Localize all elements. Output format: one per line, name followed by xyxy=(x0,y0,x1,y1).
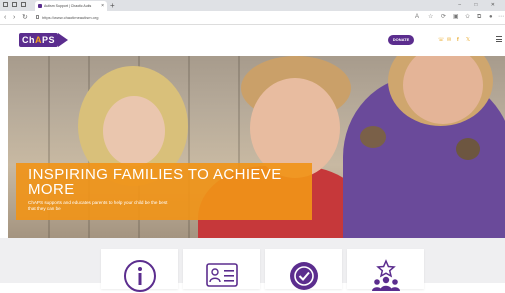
url-field[interactable]: https://www.chaotimeautism.org xyxy=(36,13,342,22)
chaps-logo[interactable]: ChAPS xyxy=(19,33,69,47)
tab-title: Autism Support | Chaotic Autis xyxy=(44,4,92,8)
card-info[interactable] xyxy=(101,249,178,292)
favorite-star-icon[interactable]: ☆ xyxy=(428,13,433,22)
hero-title: INSPIRING FAMILIES TO ACHIEVE MORE xyxy=(28,167,300,197)
hero-subtitle: ChAPS supports and educates parents to h… xyxy=(28,200,168,211)
tab-actions-icon[interactable] xyxy=(12,2,17,7)
card-badge[interactable] xyxy=(265,249,342,290)
email-icon[interactable]: ✉ xyxy=(447,36,451,44)
browser-tab-bar: Autism Support | Chaotic Autis × + – □ ✕ xyxy=(0,0,505,11)
address-bar: ‹ › ↻ https://www.chaotimeautism.org A ☆… xyxy=(0,11,505,25)
collections-icon[interactable]: ⧉ xyxy=(477,13,481,22)
workspaces-icon[interactable] xyxy=(21,2,26,7)
tab-favicon-icon xyxy=(38,4,42,8)
hamburger-icon[interactable] xyxy=(496,36,502,42)
community-star-icon xyxy=(371,259,400,291)
back-icon[interactable]: ‹ xyxy=(4,12,6,23)
refresh-page-icon[interactable]: ⟳ xyxy=(441,13,446,22)
logo-arrow xyxy=(58,33,69,47)
donate-button[interactable]: DONATE xyxy=(388,35,414,45)
lock-icon xyxy=(36,15,39,19)
card-id[interactable] xyxy=(183,249,260,289)
chick xyxy=(456,138,480,160)
new-tab-button[interactable]: + xyxy=(110,0,115,11)
more-icon[interactable]: ⋯ xyxy=(498,13,504,22)
logo-text-a: A xyxy=(35,35,42,45)
phone-icon[interactable]: ☏ xyxy=(438,36,444,44)
window-menu-icon[interactable] xyxy=(3,2,8,7)
logo-text-ch: Ch xyxy=(22,35,35,45)
browser-tab[interactable]: Autism Support | Chaotic Autis × xyxy=(35,1,107,11)
url-text: https://www.chaotimeautism.org xyxy=(42,15,99,20)
logo-text-ps: PS xyxy=(42,35,56,45)
twitter-icon[interactable]: 𝕏 xyxy=(466,36,470,44)
refresh-icon[interactable]: ↻ xyxy=(22,12,28,23)
forward-icon[interactable]: › xyxy=(13,12,15,23)
read-aloud-icon[interactable]: A xyxy=(415,13,419,22)
hero-banner: INSPIRING FAMILIES TO ACHIEVE MORE ChAPS … xyxy=(8,56,505,238)
tab-close-icon[interactable]: × xyxy=(101,1,104,11)
id-card-icon xyxy=(205,263,238,287)
girl-face xyxy=(103,96,165,166)
card-community[interactable] xyxy=(347,249,424,291)
hero-text-box: INSPIRING FAMILIES TO ACHIEVE MORE ChAPS … xyxy=(16,163,312,220)
profile-icon[interactable]: ● xyxy=(489,13,493,22)
chick xyxy=(360,126,386,148)
split-screen-icon[interactable]: ▣ xyxy=(453,13,459,22)
logo-wordmark: ChAPS xyxy=(19,33,59,47)
window-controls[interactable]: – □ ✕ xyxy=(458,0,501,11)
info-icon xyxy=(123,260,156,292)
badge-check-icon xyxy=(289,262,318,290)
facebook-icon[interactable]: f xyxy=(457,36,459,44)
favorites-icon[interactable]: ✩ xyxy=(465,13,470,22)
hero-title-line-2: MORE xyxy=(28,181,75,198)
site-header: ChAPS DONATE ☏ ✉ f 𝕏 xyxy=(0,25,505,56)
